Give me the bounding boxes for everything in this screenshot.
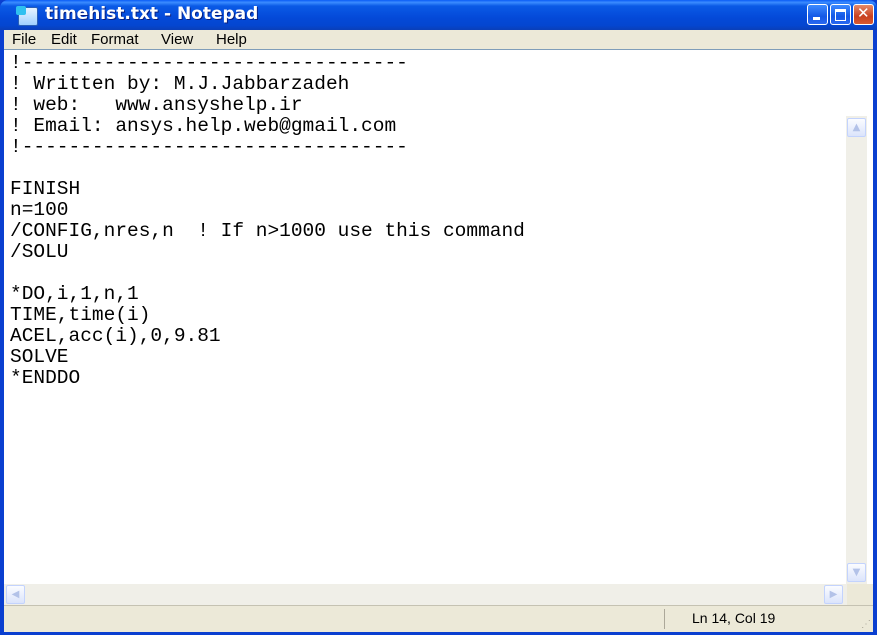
editor-border xyxy=(4,49,873,50)
resize-grip-icon[interactable]: ⋰ xyxy=(861,619,871,630)
scroll-left-button[interactable]: ◀ xyxy=(6,585,25,604)
title-bar[interactable]: timehist.txt - Notepad xyxy=(0,0,877,30)
menu-format[interactable]: Format xyxy=(91,31,139,48)
text-editor[interactable]: !--------------------------------- ! Wri… xyxy=(10,53,840,523)
menu-bar: File Edit Format View Help xyxy=(4,30,873,49)
scroll-right-button[interactable]: ▶ xyxy=(824,585,843,604)
vertical-scrollbar[interactable]: ▲ ▼ xyxy=(846,116,867,584)
scroll-up-button[interactable]: ▲ xyxy=(847,118,866,137)
menu-file[interactable]: File xyxy=(12,31,36,48)
menu-help[interactable]: Help xyxy=(216,31,247,48)
scroll-up-arrow-icon: ▲ xyxy=(852,122,861,133)
minimize-button[interactable] xyxy=(807,4,828,25)
window-title: timehist.txt - Notepad xyxy=(45,4,259,24)
scroll-left-arrow-icon: ◀ xyxy=(11,589,20,600)
status-bar: Ln 14, Col 19 ⋰ xyxy=(4,605,873,632)
maximize-button[interactable] xyxy=(830,4,851,25)
close-button[interactable] xyxy=(853,4,874,25)
window-frame-right xyxy=(873,30,877,635)
status-divider xyxy=(664,609,665,629)
menu-edit[interactable]: Edit xyxy=(51,31,77,48)
notepad-icon[interactable] xyxy=(16,6,38,26)
scroll-right-arrow-icon: ▶ xyxy=(829,589,838,600)
menu-view[interactable]: View xyxy=(161,31,193,48)
scrollbar-corner xyxy=(847,584,873,605)
notepad-window: timehist.txt - Notepad File Edit Format … xyxy=(0,0,877,635)
scroll-down-arrow-icon: ▼ xyxy=(852,567,861,578)
horizontal-scrollbar[interactable]: ◀ ▶ xyxy=(4,584,847,605)
cursor-position: Ln 14, Col 19 xyxy=(692,610,776,626)
scroll-down-button[interactable]: ▼ xyxy=(847,563,866,582)
